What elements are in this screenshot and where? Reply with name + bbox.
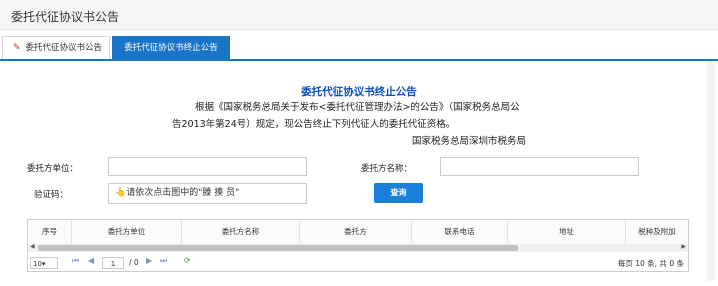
page-size-value: 10 xyxy=(33,260,42,268)
page-info: 每页 10 条, 共 0 条 xyxy=(617,259,684,268)
pagination-bar: 10▾ ⏮ ◀ 1 / 0 ▶ ⏭ ⟳ 每页 10 条, 共 0 条 xyxy=(28,253,688,272)
column-header[interactable]: 序号 xyxy=(28,220,72,244)
pin-icon: ✎ xyxy=(13,43,21,53)
last-page-icon[interactable]: ⏭ xyxy=(160,256,167,266)
refresh-icon[interactable]: ⟳ xyxy=(184,256,191,265)
unit-input[interactable] xyxy=(108,157,307,176)
page-size-select[interactable]: 10▾ xyxy=(30,257,58,269)
captcha-label: 验证码： xyxy=(34,190,69,200)
first-page-icon[interactable]: ⏮ xyxy=(72,256,79,266)
captcha-box[interactable]: 👆请依次点击图中的"滕 揍 员" xyxy=(108,183,307,204)
vertical-scrollbar[interactable] xyxy=(707,61,715,281)
query-button[interactable]: 查询 xyxy=(374,183,423,203)
column-header[interactable]: 地址 xyxy=(508,220,626,244)
page-header: 委托代征协议书公告 xyxy=(0,0,718,30)
tab-label: 委托代征协议书公告 xyxy=(25,43,103,53)
column-header[interactable]: 委托方 xyxy=(300,220,412,244)
name-input[interactable] xyxy=(440,157,639,176)
tab-agreement-notice[interactable]: ✎ 委托代征协议书公告 xyxy=(2,36,110,59)
result-grid: 序号 委托方单位 委托方名称 委托方 联系电话 地址 税种及附加 ◀ ▶ 10▾… xyxy=(27,219,689,272)
chevron-down-icon: ▾ xyxy=(41,260,46,268)
horizontal-scrollbar[interactable]: ◀ ▶ xyxy=(28,243,688,252)
column-header[interactable]: 联系电话 xyxy=(412,220,508,244)
unit-label: 委托方单位： xyxy=(27,164,79,174)
notice-title: 委托代征协议书终止公告 xyxy=(301,86,417,98)
scrollbar-thumb[interactable] xyxy=(38,245,518,251)
grid-header: 序号 委托方单位 委托方名称 委托方 联系电话 地址 税种及附加 xyxy=(28,220,688,245)
tab-label: 委托代征协议书终止公告 xyxy=(124,43,218,53)
scroll-right-icon[interactable]: ▶ xyxy=(681,243,686,250)
tab-bar: ✎ 委托代征协议书公告 委托代征协议书终止公告 xyxy=(0,36,718,61)
next-page-icon[interactable]: ▶ xyxy=(146,256,152,265)
prev-page-icon[interactable]: ◀ xyxy=(88,256,94,265)
page-title: 委托代征协议书公告 xyxy=(11,10,120,24)
page-number-input[interactable]: 1 xyxy=(102,257,124,269)
total-pages: / 0 xyxy=(129,258,139,267)
scroll-left-icon[interactable]: ◀ xyxy=(30,243,35,250)
column-header[interactable]: 委托方名称 xyxy=(182,220,300,244)
notice-text-line2: 告2013年第24号）规定，现公告终止下列代征人的委托代征资格。 xyxy=(172,119,456,130)
tab-termination-notice[interactable]: 委托代征协议书终止公告 xyxy=(112,36,230,59)
notice-signature: 国家税务总局深圳市税务局 xyxy=(412,136,527,147)
column-header[interactable]: 委托方单位 xyxy=(72,220,182,244)
column-header[interactable]: 税种及附加 xyxy=(626,220,688,244)
name-label: 委托方名称： xyxy=(361,164,413,174)
notice-text-line1: 根据《国家税务总局关于发布<委托代征管理办法>的公告》（国家税务总局公 xyxy=(195,102,520,113)
